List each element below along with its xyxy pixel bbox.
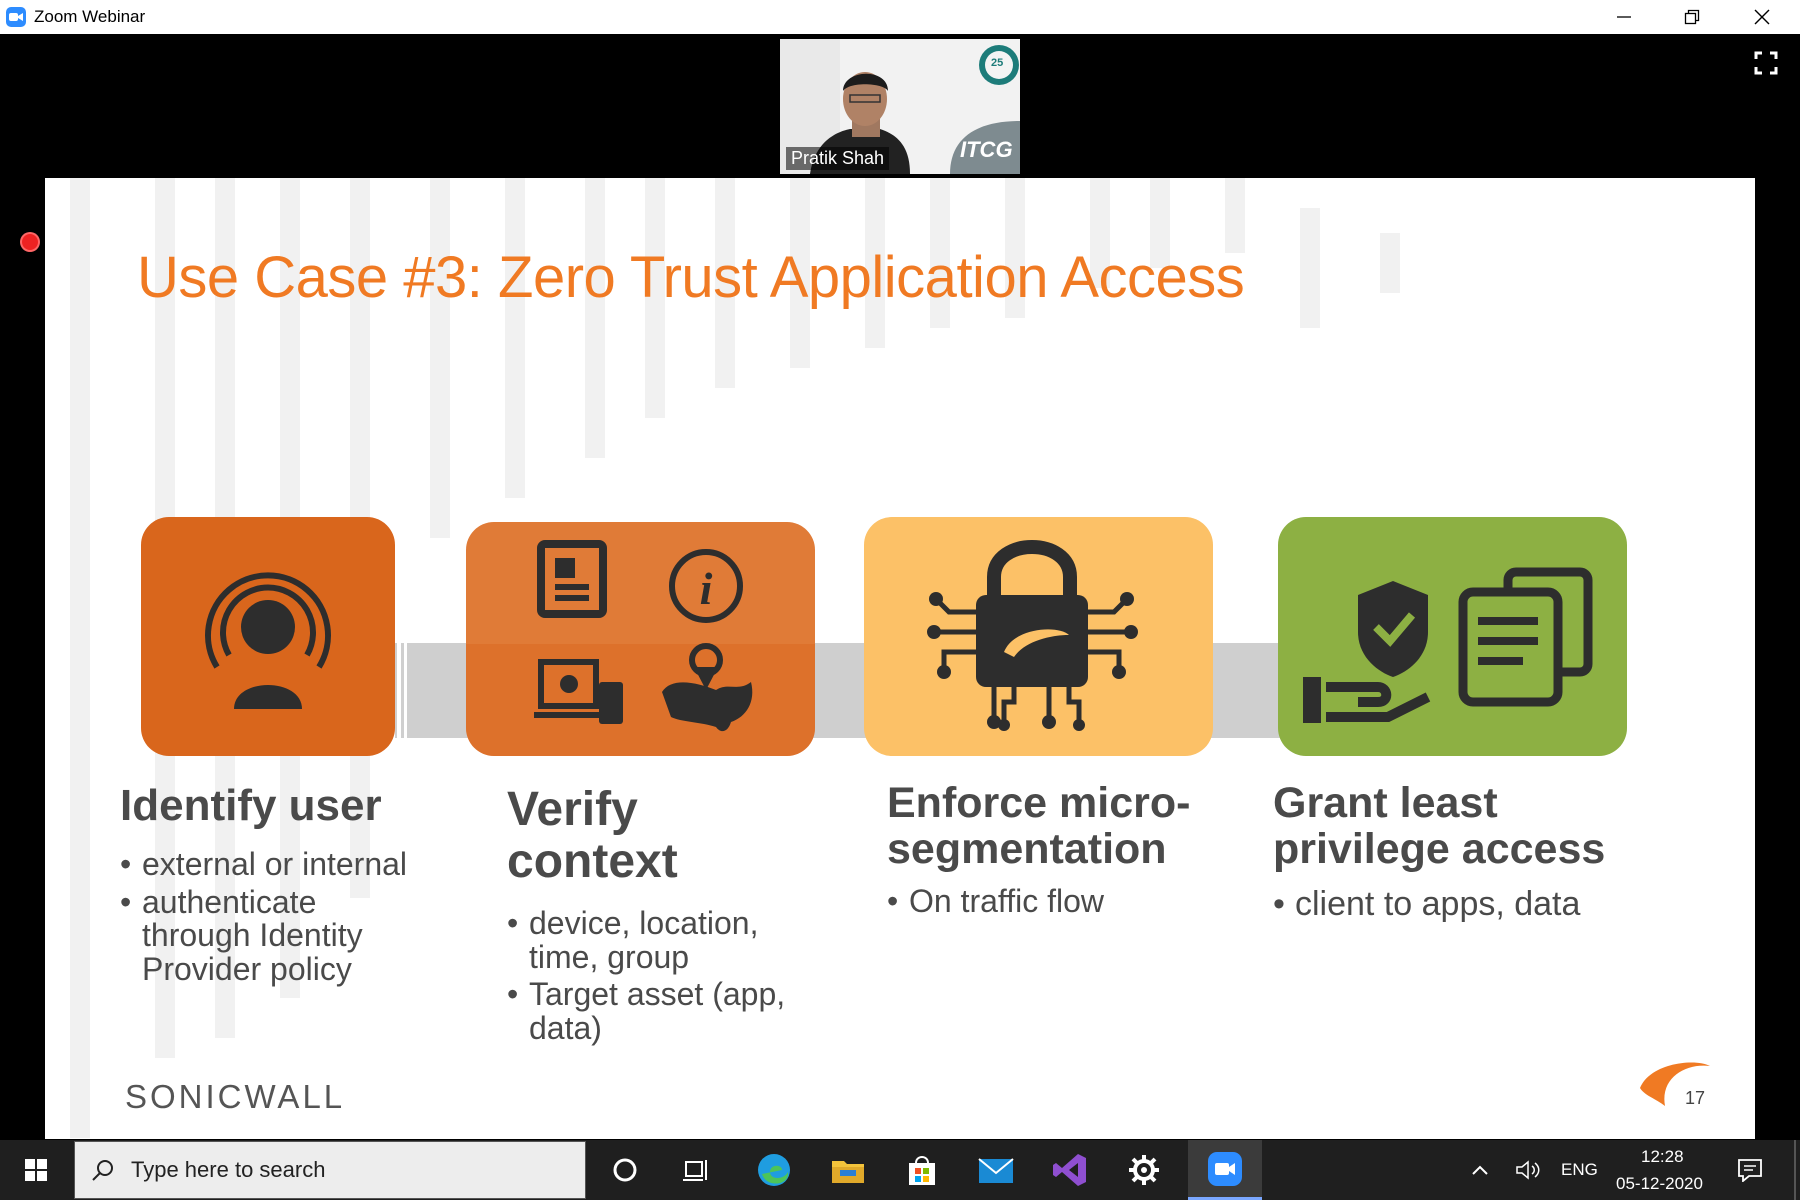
sonicwall-logo: SONICWALL [125, 1078, 346, 1115]
badge-number: 25 [991, 57, 1004, 69]
participant-name: Pratik Shah [786, 147, 890, 170]
step2-heading: Verify context [507, 783, 678, 888]
notifications-icon[interactable] [1730, 1140, 1770, 1200]
step1-heading: Identify user [120, 781, 382, 830]
window-title: Zoom Webinar [34, 7, 146, 26]
taskbar-search-box[interactable]: Type here to search [74, 1141, 586, 1199]
step4-bullet: client to apps, data [1273, 886, 1633, 923]
step2-bullet: Target asset (app, data) [507, 977, 807, 1045]
volume-icon[interactable] [1508, 1140, 1548, 1200]
step-card-grant [1278, 517, 1627, 756]
user-signal-icon [205, 572, 331, 709]
step-card-enforce [864, 517, 1213, 756]
minimize-button[interactable] [1590, 0, 1658, 34]
close-button[interactable] [1728, 0, 1796, 34]
language-indicator[interactable]: ENG [1561, 1160, 1598, 1180]
step3-bullet: On traffic flow [887, 884, 1207, 919]
itcg-logo-text: ITCG [960, 137, 1013, 162]
id-card-icon [537, 540, 607, 618]
slide-page-number: 17 [1685, 1088, 1706, 1108]
window-titlebar: Zoom Webinar [0, 0, 1800, 34]
step3-heading: Enforce micro- segmentation [887, 779, 1191, 874]
show-hidden-icons-chevron-icon[interactable] [1462, 1140, 1498, 1200]
shield-documents-icon [1303, 567, 1593, 723]
lock-circuit-icon [927, 540, 1138, 731]
step1-bullet: external or internal [120, 847, 420, 882]
store-icon[interactable] [886, 1140, 958, 1200]
step2-bullets: device, location, time, group Target ass… [507, 906, 807, 1049]
step3-bullets: On traffic flow [887, 884, 1207, 923]
svg-text:i: i [700, 563, 713, 614]
recording-indicator-icon [22, 234, 38, 250]
fullscreen-icon[interactable] [1750, 47, 1782, 79]
windows-taskbar: Type here to search ENG 12:28 05-12-2020 [0, 1140, 1800, 1200]
step4-heading: Grant least privilege access [1273, 779, 1606, 874]
slide-title: Use Case #3: Zero Trust Application Acce… [137, 245, 1245, 310]
clock-time[interactable]: 12:28 [1641, 1147, 1684, 1167]
settings-gear-icon[interactable] [1108, 1140, 1180, 1200]
step2-bullet: device, location, time, group [507, 906, 807, 974]
task-view-icon[interactable] [660, 1140, 732, 1200]
step-card-verify: i [466, 522, 815, 756]
step4-bullets: client to apps, data [1273, 886, 1633, 927]
zoom-taskbar-icon[interactable] [1188, 1140, 1262, 1200]
start-button[interactable] [0, 1140, 72, 1200]
windows-logo-icon [25, 1159, 47, 1181]
restore-button[interactable] [1658, 0, 1726, 34]
clock-date[interactable]: 05-12-2020 [1616, 1174, 1703, 1194]
cortana-icon[interactable] [590, 1140, 660, 1200]
search-icon [92, 1160, 113, 1181]
file-explorer-icon[interactable] [812, 1140, 884, 1200]
zoom-app-icon [6, 7, 26, 27]
step1-bullet: authenticate through Identity Provider p… [120, 885, 420, 987]
participant-video[interactable]: 25 ITCG Pratik Shah [780, 39, 1020, 174]
edge-browser-icon[interactable] [738, 1140, 810, 1200]
step-card-identify [141, 517, 395, 756]
visual-studio-icon[interactable] [1034, 1140, 1106, 1200]
step1-bullets: external or internal authenticate throug… [120, 847, 420, 990]
info-icon: i [669, 549, 743, 623]
mail-icon[interactable] [960, 1140, 1032, 1200]
shared-slide: Use Case #3: Zero Trust Application Acce… [45, 178, 1755, 1139]
search-placeholder: Type here to search [131, 1157, 326, 1182]
